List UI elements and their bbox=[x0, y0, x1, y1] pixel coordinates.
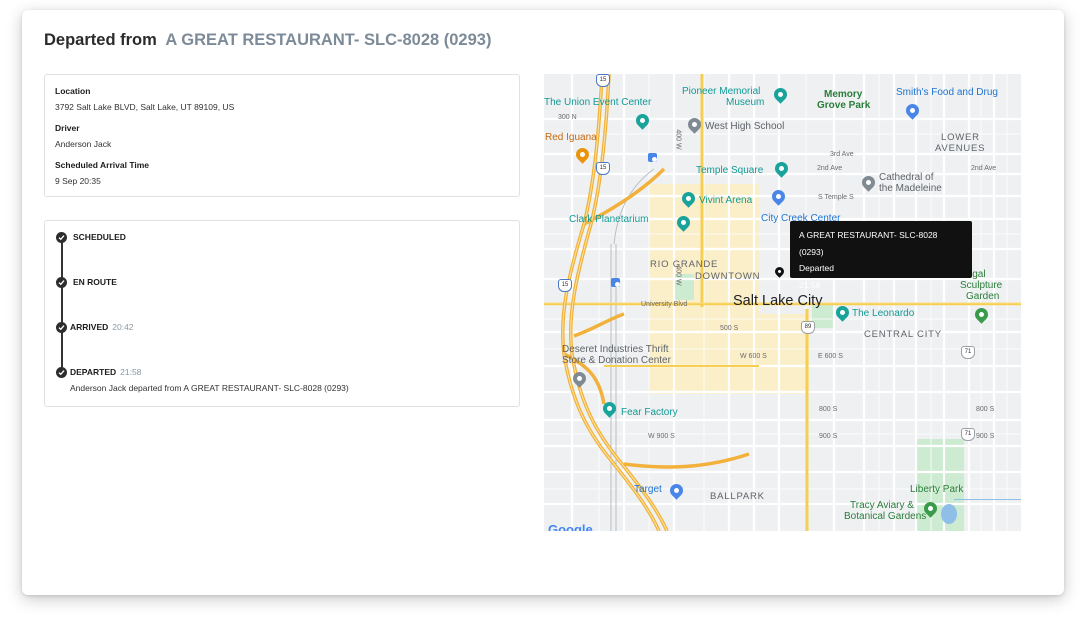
street-label: W 900 S bbox=[648, 433, 675, 440]
title-lead: Departed from bbox=[44, 31, 157, 49]
map-label: Cathedral of bbox=[879, 172, 934, 183]
map-label: Temple Square bbox=[696, 165, 764, 176]
street-label: W 600 S bbox=[740, 353, 767, 360]
map-label: RIO GRANDE bbox=[650, 259, 719, 270]
trip-details-panel: Location 3792 Salt Lake BLVD, Salt Lake,… bbox=[44, 74, 520, 197]
map-label: Memory bbox=[824, 89, 863, 100]
map-label: Clark Planetarium bbox=[569, 214, 649, 225]
map-label: Fear Factory bbox=[621, 407, 678, 418]
map-label: Sculpture bbox=[960, 280, 1003, 291]
map-label: Garden bbox=[966, 291, 1000, 302]
map-label: The Union Event Center bbox=[544, 97, 652, 108]
map-label: Tracy Aviary & bbox=[850, 500, 914, 511]
highway-15-shield: 15 bbox=[596, 162, 610, 175]
transit-icon[interactable] bbox=[648, 153, 657, 162]
status-timeline: SCHEDULED EN ROUTE ARRIVED 20:42 DEPARTED… bbox=[44, 220, 520, 407]
map-label: AVENUES bbox=[935, 143, 986, 154]
street-label: 800 S bbox=[976, 406, 995, 413]
timeline-status: ARRIVED 20:42 bbox=[70, 322, 134, 332]
transit-icon[interactable] bbox=[611, 278, 620, 287]
location-label: Location bbox=[55, 86, 91, 96]
arrival-value: 9 Sep 20:35 bbox=[55, 176, 101, 186]
map-label: Pioneer Memorial bbox=[682, 86, 761, 97]
highway-89-shield: 89 bbox=[801, 321, 815, 334]
driver-value: Anderson Jack bbox=[55, 139, 112, 149]
highway-15-shield: 15 bbox=[558, 279, 572, 292]
map-label: DOWNTOWN bbox=[695, 271, 761, 282]
map-label: LOWER bbox=[941, 132, 980, 143]
map-label: Grove Park bbox=[817, 100, 871, 111]
street-label: S Temple S bbox=[818, 194, 854, 201]
highway-15-shield: 15 bbox=[596, 74, 610, 87]
map-label: Smith's Food and Drug bbox=[896, 87, 998, 98]
highway-71-shield: 71 bbox=[961, 346, 975, 359]
map-label: the Madeleine bbox=[879, 183, 942, 194]
street-label: 900 S bbox=[819, 433, 838, 440]
highway-71-shield: 71 bbox=[961, 428, 975, 441]
check-icon bbox=[56, 232, 67, 243]
map-label: Liberty Park bbox=[910, 484, 964, 495]
map-label: Botanical Gardens bbox=[844, 511, 927, 522]
map-label: Target bbox=[634, 484, 662, 495]
check-icon bbox=[56, 277, 67, 288]
driver-label: Driver bbox=[55, 123, 80, 133]
map-label: Deseret Industries Thrift bbox=[562, 344, 669, 355]
street-label: 500 S bbox=[720, 325, 739, 332]
timeline-description: Anderson Jack departed from A GREAT REST… bbox=[70, 383, 349, 393]
location-value: 3792 Salt Lake BLVD, Salt Lake, UT 89109… bbox=[55, 102, 235, 112]
map-label: West High School bbox=[705, 121, 785, 132]
map-view[interactable]: 15 15 15 89 71 71 The Union Event Center… bbox=[544, 74, 1021, 531]
timeline-status: DEPARTED 21:58 bbox=[70, 367, 142, 377]
map-label: The Leonardo bbox=[852, 308, 915, 319]
timeline-status: EN ROUTE bbox=[73, 277, 117, 287]
street-label: 400 W bbox=[674, 265, 682, 286]
tooltip-title: A GREAT RESTAURANT- SLC-8028 (0293) bbox=[799, 230, 938, 257]
arrival-label: Scheduled Arrival Time bbox=[55, 160, 150, 170]
map-label: BALLPARK bbox=[710, 491, 765, 502]
street-label: 400 W bbox=[674, 129, 682, 150]
timeline-time: 21:58 bbox=[120, 367, 142, 377]
tooltip-time: 21:58 bbox=[799, 279, 821, 290]
timeline-time: 20:42 bbox=[112, 322, 134, 332]
map-label: CENTRAL CITY bbox=[864, 329, 942, 340]
check-icon bbox=[56, 322, 67, 333]
map-label: Store & Donation Center bbox=[562, 355, 671, 366]
timeline-connector bbox=[61, 238, 63, 374]
timeline-status: SCHEDULED bbox=[73, 232, 126, 242]
street-label: 300 N bbox=[558, 114, 577, 121]
street-label: 2nd Ave bbox=[817, 165, 843, 172]
restaurant-name[interactable]: A GREAT RESTAURANT- SLC-8028 (0293) bbox=[165, 31, 491, 49]
check-icon bbox=[56, 367, 67, 378]
street-label: 900 S bbox=[976, 433, 995, 440]
street-label: 3rd Ave bbox=[830, 151, 854, 158]
street-label: E 600 S bbox=[818, 353, 843, 360]
map-tooltip: A GREAT RESTAURANT- SLC-8028 (0293) Depa… bbox=[790, 221, 972, 290]
street-label: 800 S bbox=[819, 406, 838, 413]
map-label: Red Iguana bbox=[545, 132, 597, 143]
street-label: University Blvd bbox=[641, 301, 688, 308]
page-title: Departed from A GREAT RESTAURANT- SLC-80… bbox=[44, 31, 491, 50]
tooltip-status: Departed bbox=[799, 263, 834, 273]
city-label: Salt Lake City bbox=[733, 293, 823, 309]
street-label: 2nd Ave bbox=[971, 165, 997, 172]
google-logo[interactable]: Google bbox=[548, 522, 593, 531]
map-label: Museum bbox=[726, 97, 765, 108]
map-label: Vivint Arena bbox=[699, 195, 753, 206]
trip-card: Departed from A GREAT RESTAURANT- SLC-80… bbox=[22, 10, 1064, 595]
